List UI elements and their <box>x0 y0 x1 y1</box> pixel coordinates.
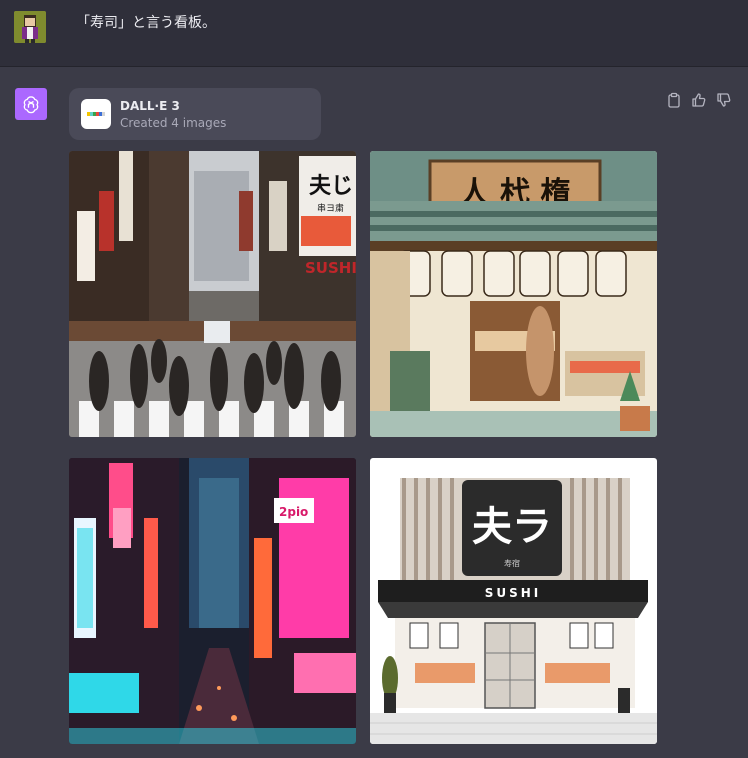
generated-image-1[interactable]: 夫じ 串ヨ粛 SUSHI <box>69 151 356 437</box>
user-avatar <box>14 11 46 43</box>
tool-subtitle: Created 4 images <box>120 116 227 130</box>
image4-storefront-sign: SUSHI <box>485 586 542 600</box>
clipboard-icon[interactable] <box>666 92 682 108</box>
chatgpt-logo-icon <box>15 88 47 120</box>
dalle-tool-card[interactable]: DALL·E 3 Created 4 images <box>69 88 321 140</box>
image1-sign-top: 夫じ <box>309 174 353 199</box>
image3-sign-2pio: 2pio <box>279 505 308 519</box>
image4-logo: 夫ラ <box>472 504 552 550</box>
generated-image-3[interactable]: 2pio <box>69 458 356 744</box>
message-actions <box>666 92 732 108</box>
thumbs-down-icon[interactable] <box>716 92 732 108</box>
tool-title: DALL·E 3 <box>120 99 180 113</box>
generated-image-4[interactable]: 夫ラ 寿宿 SUSHI <box>370 458 657 744</box>
image4-logo-sub: 寿宿 <box>504 558 520 568</box>
user-message-text: 「寿司」と言う看板。 <box>76 15 216 31</box>
dalle-icon <box>81 99 111 129</box>
image1-sign-brand: SUSHI <box>305 259 356 277</box>
thumbs-up-icon[interactable] <box>691 92 707 108</box>
user-message-row: 「寿司」と言う看板。 <box>0 0 748 67</box>
generated-image-2[interactable]: 人 杙 楕 <box>370 151 657 437</box>
image1-sign-small: 串ヨ粛 <box>317 202 344 214</box>
